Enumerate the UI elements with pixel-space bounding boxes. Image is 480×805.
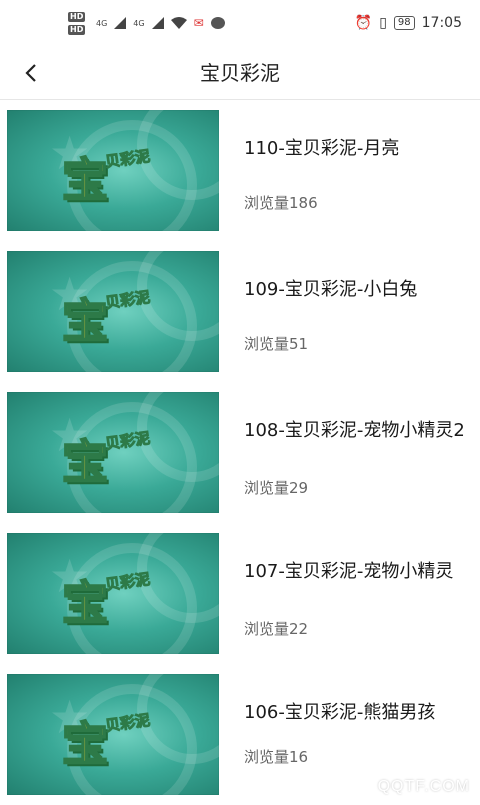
list-item[interactable]: ★ 宝 贝彩泥 107-宝贝彩泥-宠物小精灵 浏览量22 <box>0 523 480 664</box>
item-title: 110-宝贝彩泥-月亮 <box>244 138 400 159</box>
page-title: 宝贝彩泥 <box>200 61 280 85</box>
app-header: 宝贝彩泥 <box>0 46 480 100</box>
list-item[interactable]: ★ 宝 贝彩泥 110-宝贝彩泥-月亮 浏览量186 <box>0 100 480 241</box>
item-title: 107-宝贝彩泥-宠物小精灵 <box>244 561 454 582</box>
item-title: 108-宝贝彩泥-宠物小精灵2 <box>244 420 465 441</box>
item-title: 109-宝贝彩泥-小白兔 <box>244 279 418 300</box>
hd-badge: HD <box>68 12 86 22</box>
item-views: 浏览量16 <box>244 748 309 766</box>
thumbnail-logo-main: 宝 <box>61 716 109 772</box>
chat-icon <box>210 17 225 29</box>
video-list: ★ 宝 贝彩泥 110-宝贝彩泥-月亮 浏览量186 ★ 宝 贝彩泥 109-宝… <box>0 100 480 805</box>
list-item[interactable]: ★ 宝 贝彩泥 109-宝贝彩泥-小白兔 浏览量51 <box>0 241 480 382</box>
list-item[interactable]: ★ 宝 贝彩泥 108-宝贝彩泥-宠物小精灵2 浏览量29 <box>0 382 480 523</box>
battery-indicator: 98 <box>393 16 415 30</box>
status-left: 4G 4G ✉ <box>96 16 225 30</box>
hd-badge: HD <box>68 25 86 35</box>
thumbnail-logo-main: 宝 <box>61 152 109 208</box>
item-title: 106-宝贝彩泥-熊猫男孩 <box>244 702 436 723</box>
video-thumbnail[interactable]: ★ 宝 贝彩泥 <box>7 251 219 372</box>
signal-icon <box>114 17 127 29</box>
item-views: 浏览量29 <box>244 479 309 497</box>
video-thumbnail[interactable]: ★ 宝 贝彩泥 <box>7 392 219 513</box>
video-thumbnail[interactable]: ★ 宝 贝彩泥 <box>7 533 219 654</box>
clock: 17:05 <box>421 15 462 31</box>
item-views: 浏览量51 <box>244 335 309 353</box>
status-bar: HD HD 4G 4G ✉ ⏰ ▯ 98 17:05 <box>0 0 480 46</box>
wifi-icon <box>170 17 187 29</box>
hd-indicators: HD HD <box>68 12 86 35</box>
alarm-icon: ⏰ <box>354 15 373 31</box>
network-type-label: 4G <box>133 18 145 28</box>
item-views: 浏览量186 <box>244 194 318 212</box>
thumbnail-logo-main: 宝 <box>61 434 109 490</box>
signal-icon <box>151 17 164 29</box>
network-type-label: 4G <box>96 18 108 28</box>
video-thumbnail[interactable]: ★ 宝 贝彩泥 <box>7 110 219 231</box>
mail-app-icon: ✉ <box>193 16 204 30</box>
thumbnail-logo-main: 宝 <box>61 293 109 349</box>
item-views: 浏览量22 <box>244 620 309 638</box>
vibrate-icon: ▯ <box>379 15 387 31</box>
video-thumbnail[interactable]: ★ 宝 贝彩泥 <box>7 674 219 795</box>
thumbnail-logo-main: 宝 <box>61 575 109 631</box>
watermark: QQTF.COM <box>377 778 470 795</box>
status-right: ⏰ ▯ 98 17:05 <box>355 15 462 31</box>
